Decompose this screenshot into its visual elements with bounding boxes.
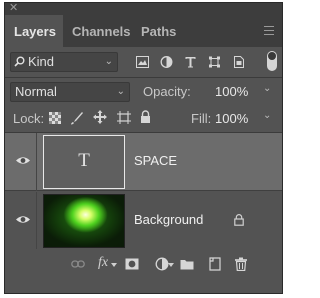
image-layer-thumbnail[interactable] bbox=[43, 194, 125, 248]
close-icon[interactable]: ✕ bbox=[9, 3, 18, 15]
kind-filter-label: Kind bbox=[28, 54, 55, 69]
blend-mode-value: Normal bbox=[15, 84, 57, 99]
fill-input[interactable]: 100% bbox=[215, 111, 248, 126]
chevron-down-icon: ⌄ bbox=[104, 56, 113, 67]
tab-layers[interactable]: Layers bbox=[5, 15, 63, 47]
fill-label: Fill: bbox=[191, 111, 212, 126]
blend-row: Normal ⌄ Opacity: 100% ⌄ bbox=[5, 78, 282, 106]
layer-row-space[interactable]: T SPACE bbox=[5, 133, 282, 191]
lock-icon bbox=[234, 214, 244, 226]
blend-mode-select[interactable]: Normal ⌄ bbox=[10, 82, 130, 102]
chevron-down-icon bbox=[168, 263, 174, 267]
fx-icon[interactable]: fx bbox=[98, 255, 108, 271]
tab-paths[interactable]: Paths bbox=[132, 15, 185, 47]
lock-all-icon[interactable] bbox=[140, 110, 151, 124]
search-icon bbox=[14, 56, 25, 67]
type-layer-icon: T bbox=[78, 150, 90, 171]
adjustment-layer-filter-icon[interactable] bbox=[160, 56, 173, 68]
panel-title-bar: ✕ bbox=[5, 3, 282, 15]
new-group-icon[interactable] bbox=[180, 257, 194, 271]
kind-filter-select[interactable]: Kind ⌄ bbox=[10, 52, 118, 72]
visibility-eye-icon[interactable] bbox=[15, 214, 31, 225]
tab-channels[interactable]: Channels bbox=[63, 15, 140, 47]
lock-transparent-pixels-icon[interactable] bbox=[49, 112, 61, 124]
filter-row: Kind ⌄ bbox=[5, 47, 282, 77]
layers-bottom-toolbar: fx bbox=[5, 249, 282, 281]
layer-name[interactable]: SPACE bbox=[134, 153, 177, 168]
add-mask-icon[interactable] bbox=[125, 257, 139, 271]
opacity-input[interactable]: 100% bbox=[215, 84, 248, 99]
layer-row-background[interactable]: Background bbox=[5, 192, 282, 250]
new-layer-icon[interactable] bbox=[208, 257, 222, 271]
lock-position-icon[interactable] bbox=[93, 110, 107, 124]
divider bbox=[36, 133, 37, 191]
pixel-layer-filter-icon[interactable] bbox=[136, 56, 149, 68]
layer-name[interactable]: Background bbox=[134, 212, 203, 227]
lock-artboard-icon[interactable] bbox=[117, 111, 131, 124]
text-layer-thumbnail[interactable]: T bbox=[43, 135, 125, 189]
panel-menu-icon[interactable] bbox=[264, 26, 274, 35]
visibility-eye-icon[interactable] bbox=[15, 155, 31, 166]
chevron-down-icon: ⌄ bbox=[116, 86, 125, 97]
smart-object-filter-icon[interactable] bbox=[232, 56, 245, 68]
chevron-down-icon[interactable]: ⌄ bbox=[263, 83, 271, 94]
shape-layer-filter-icon[interactable] bbox=[208, 56, 221, 68]
divider bbox=[36, 192, 37, 250]
lock-label: Lock: bbox=[13, 111, 45, 126]
filter-toggle[interactable] bbox=[267, 51, 277, 71]
panel-tab-bar: Layers Channels Paths bbox=[5, 15, 282, 47]
type-layer-filter-icon[interactable] bbox=[184, 56, 197, 68]
chevron-down-icon bbox=[111, 263, 117, 267]
lock-image-pixels-icon[interactable] bbox=[70, 111, 83, 125]
delete-layer-icon[interactable] bbox=[234, 257, 248, 271]
adjustment-icon[interactable] bbox=[155, 257, 169, 271]
opacity-label: Opacity: bbox=[143, 84, 191, 99]
link-layers-icon[interactable] bbox=[71, 257, 85, 271]
layers-panel: ✕ Layers Channels Paths Kind ⌄ Normal ⌄ … bbox=[4, 2, 283, 294]
chevron-down-icon[interactable]: ⌄ bbox=[263, 110, 271, 121]
lock-row: Lock: Fill: 100% ⌄ bbox=[5, 106, 282, 132]
